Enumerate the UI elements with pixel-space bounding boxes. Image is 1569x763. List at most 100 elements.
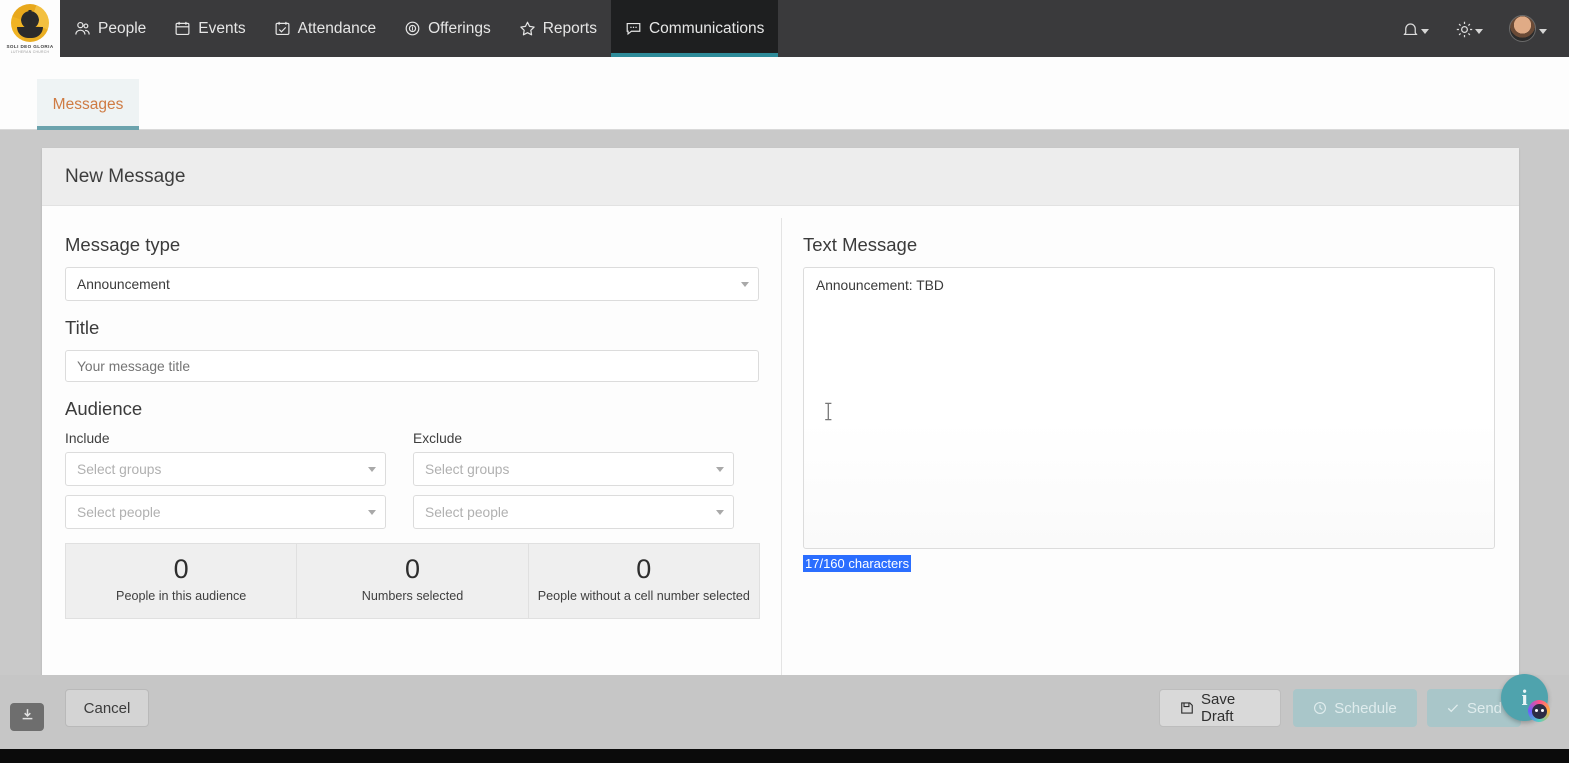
star-icon [519,20,536,37]
include-groups-select[interactable]: Select groups [65,452,386,486]
message-type-heading: Message type [65,234,181,255]
stat-people-without-cell: 0 People without a cell number selected [529,544,759,618]
chat-bubble-icon [625,20,642,37]
stat-label: People without a cell number selected [537,589,750,604]
footer-bar: Cancel Save Draft Schedule Send i [0,674,1569,749]
audience-heading: Audience [65,398,143,419]
check-icon [1446,701,1460,715]
chevron-down-icon [1421,29,1429,34]
bottom-black-strip [0,749,1569,763]
smiley-face-icon [1531,703,1547,719]
card-header: New Message [42,148,1519,206]
bell-icon [1401,20,1418,37]
message-settings-column: Message type Announcement Title Audience… [42,206,781,710]
save-draft-button[interactable]: Save Draft [1159,689,1281,727]
page-title: New Message [65,165,186,187]
calendar-icon [174,20,191,37]
send-label: Send [1466,699,1503,717]
text-message-value: Announcement: TBD [816,278,944,293]
stat-numbers-selected: 0 Numbers selected [297,544,529,619]
clock-icon [1313,701,1327,715]
chevron-down-icon [1475,29,1483,34]
exclude-people-value: Select people [425,504,509,520]
nav-item-people[interactable]: People [60,0,160,57]
chevron-down-icon [716,510,724,515]
info-fab-button[interactable]: i [1501,674,1550,722]
title-input[interactable] [65,350,759,382]
chevron-down-icon [368,467,376,472]
info-icon: i [1521,684,1528,710]
exclude-groups-select[interactable]: Select groups [413,452,734,486]
calendar-check-icon [274,20,291,37]
user-menu[interactable] [1509,15,1547,42]
audience-grid: Include Select groups Select people Excl… [65,431,759,529]
settings-button[interactable] [1455,20,1483,38]
app-logo[interactable]: SOLI DEO GLORIA LUTHERAN CHURCH [0,0,60,57]
nav-label-people: People [98,19,147,37]
exclude-column: Exclude Select groups Select people [413,431,734,529]
cancel-button[interactable]: Cancel [65,689,149,727]
new-message-card: New Message Message type Announcement Ti… [42,148,1519,710]
nav-item-offerings[interactable]: Offerings [390,0,505,57]
column-divider [781,218,782,688]
nav-label-offerings: Offerings [428,19,491,37]
church-emblem-icon [11,4,49,42]
include-label: Include [65,431,110,446]
coin-dollar-icon [404,20,421,37]
gear-icon [1455,20,1473,38]
nav-label-communications: Communications [648,19,765,37]
avatar [1509,15,1536,42]
logo-subtitle: LUTHERAN CHURCH [10,49,50,54]
tab-strip: Messages [0,57,1569,130]
include-people-value: Select people [77,504,161,520]
stat-value: 0 [173,554,189,584]
include-people-select[interactable]: Select people [65,495,386,529]
assistant-badge-icon [1528,700,1550,722]
top-navbar: SOLI DEO GLORIA LUTHERAN CHURCH People E… [0,0,1569,57]
tab-label-messages: Messages [52,95,124,113]
character-counter: 17/160 characters [803,555,912,572]
nav-item-events[interactable]: Events [160,0,259,57]
download-icon [20,707,35,727]
stat-people-in-audience: 0 People in this audience [66,544,298,619]
chevron-down-icon [741,282,749,287]
chevron-down-icon [716,467,724,472]
cancel-label: Cancel [83,699,131,717]
chevron-down-icon [368,510,376,515]
schedule-button[interactable]: Schedule [1293,689,1417,727]
navbar-tools [1401,0,1569,57]
stat-label: Numbers selected [361,589,464,604]
nav-label-events: Events [198,19,246,37]
card-body: Message type Announcement Title Audience… [42,206,1519,710]
nav-item-attendance[interactable]: Attendance [260,0,390,57]
stat-label: People in this audience [116,589,247,604]
audience-stats: 0 People in this audience 0 Numbers sele… [65,543,760,620]
page-body: New Message Message type Announcement Ti… [0,130,1569,763]
save-draft-label: Save Draft [1201,691,1236,725]
text-message-heading: Text Message [803,234,918,255]
save-disk-icon [1180,701,1194,715]
nav-label-reports: Reports [542,19,597,37]
nav-label-attendance: Attendance [297,19,377,37]
primary-nav: People Events Attendance Offerings Repor… [60,0,779,57]
title-heading: Title [65,317,100,338]
tab-messages[interactable]: Messages [37,79,139,130]
include-column: Include Select groups Select people [65,431,386,529]
exclude-people-select[interactable]: Select people [413,495,734,529]
schedule-label: Schedule [1334,699,1397,717]
download-button[interactable] [10,703,44,731]
text-message-column: Text Message Announcement: TBD 17/160 ch… [781,206,1519,710]
nav-item-communications[interactable]: Communications [610,0,779,57]
text-cursor-icon [824,402,833,421]
stat-value: 0 [636,554,652,584]
notifications-button[interactable] [1401,20,1429,37]
stat-value: 0 [404,554,420,584]
nav-item-reports[interactable]: Reports [505,0,611,57]
text-message-textarea[interactable]: Announcement: TBD [803,267,1495,549]
message-type-value: Announcement [77,276,170,292]
chevron-down-icon [1539,29,1547,34]
message-type-select[interactable]: Announcement [65,267,759,301]
emblem-bowl-shape [17,27,43,38]
